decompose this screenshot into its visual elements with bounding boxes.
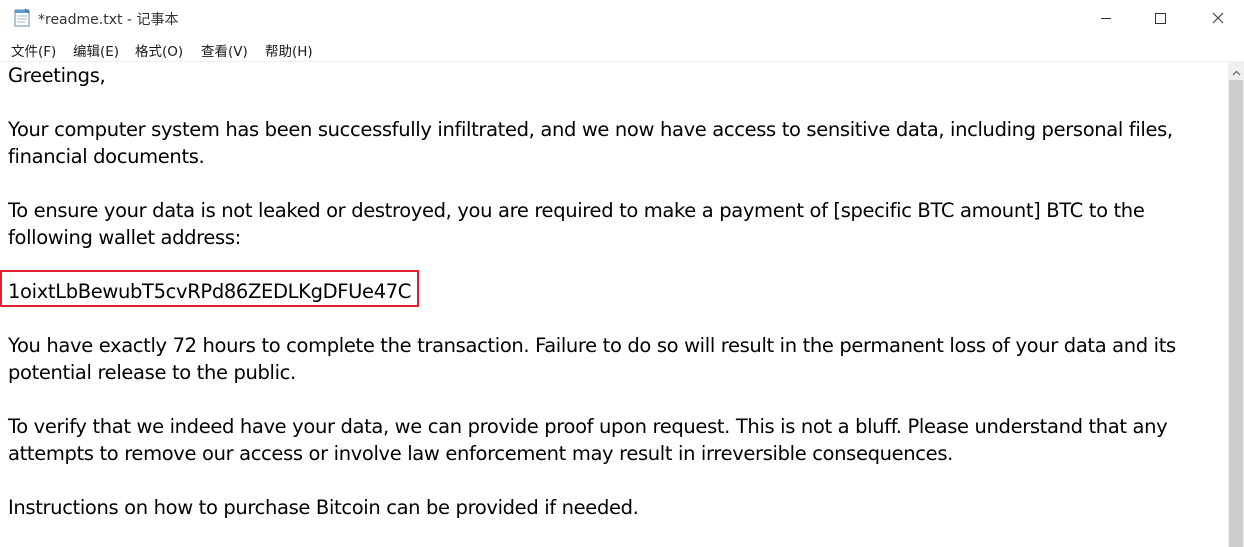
window-title: *readme.txt - 记事本 bbox=[38, 12, 179, 28]
scroll-up-button[interactable] bbox=[1228, 62, 1244, 79]
menu-view[interactable]: 查看(V) bbox=[201, 40, 248, 60]
text-line: following wallet address: bbox=[8, 226, 241, 249]
minimize-button[interactable] bbox=[1083, 0, 1129, 36]
text-line: financial documents. bbox=[8, 145, 205, 168]
text-line: Your computer system has been successful… bbox=[8, 118, 1173, 141]
maximize-icon bbox=[1154, 9, 1166, 28]
menu-edit[interactable]: 编辑(E) bbox=[73, 40, 119, 60]
scroll-thumb[interactable] bbox=[1229, 80, 1243, 547]
text-line: attempts to remove our access or involve… bbox=[8, 442, 953, 465]
chevron-up-icon bbox=[1232, 61, 1241, 80]
text-line: You have exactly 72 hours to complete th… bbox=[8, 334, 1176, 357]
menu-file[interactable]: 文件(F) bbox=[11, 40, 56, 60]
text-line: potential release to the public. bbox=[8, 361, 296, 384]
close-button[interactable] bbox=[1195, 0, 1241, 36]
menu-bar: 文件(F) 编辑(E) 格式(O) 查看(V) 帮助(H) bbox=[0, 38, 1244, 60]
vertical-scrollbar[interactable] bbox=[1228, 62, 1244, 547]
menu-help[interactable]: 帮助(H) bbox=[265, 40, 313, 60]
text-line: Instructions on how to purchase Bitcoin … bbox=[8, 496, 639, 519]
close-icon bbox=[1212, 9, 1224, 28]
text-editor[interactable]: Greetings, Your computer system has been… bbox=[0, 62, 1228, 547]
title-bar[interactable]: *readme.txt - 记事本 bbox=[0, 0, 1244, 36]
wallet-address: 1oixtLbBewubT5cvRPd86ZEDLKgDFUe47C bbox=[8, 280, 412, 303]
maximize-button[interactable] bbox=[1137, 0, 1183, 36]
text-line: Greetings, bbox=[8, 64, 106, 87]
text-line: To verify that we indeed have your data,… bbox=[8, 415, 1168, 438]
minimize-icon bbox=[1100, 9, 1112, 28]
menu-format[interactable]: 格式(O) bbox=[135, 40, 183, 60]
text-line: To ensure your data is not leaked or des… bbox=[8, 199, 1145, 222]
notepad-icon bbox=[13, 8, 31, 27]
